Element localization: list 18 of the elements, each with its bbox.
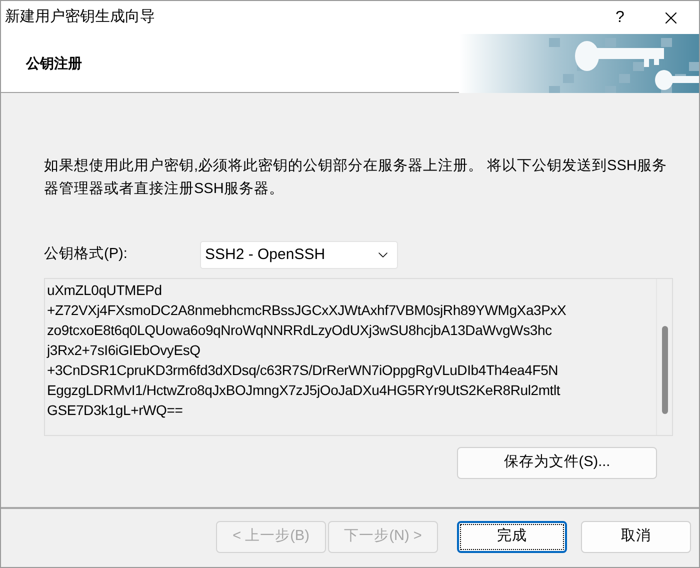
format-dropdown[interactable]: SSH2 - OpenSSH	[200, 241, 398, 269]
public-key-line: +3CnDSR1CpruKD3rm6fd3dXDsq/c63R7S/DrRerWN7iOppgRgVLuDIb4Th4ea4F5N	[47, 361, 560, 380]
public-key-line: GSE7D3k1gL+rWQ==	[47, 401, 184, 420]
wizard-button[interactable]: 取消	[581, 521, 691, 553]
public-key-line: +Z72VXj4FXsmoDC2A8nmebhcmcRBssJGCxXJWtAxhf7VBM0sjRh89YWMgXa3PxX	[47, 301, 568, 320]
scrollbar-thumb[interactable]	[662, 326, 668, 414]
public-key-line: j3Rx2+7sI6iGIEbOvyEsQ	[47, 341, 202, 360]
help-button[interactable]: ?	[597, 1, 643, 34]
public-key-field[interactable]	[44, 278, 673, 436]
description-text: 如果想使用此用户密钥,必须将此密钥的公钥部分在服务器上注册。 将以下公钥发送到SSH服务器管理器或者直接注册SSH服务器。	[44, 156, 668, 199]
public-key-line: EggzgLDRMvI1/HctwZro8qJxBOJmngX7zJ5jOoJaDXu4HG5RYr9UtS2KeR8Rul2mtlt	[47, 381, 562, 400]
save-to-file-button[interactable]: 保存为文件(S)...	[457, 447, 657, 479]
wizard-button[interactable]: 完成	[457, 521, 567, 553]
public-key-line: zo9tcxoE8t6q0LQUowa6o9qNroWqNNRRdLzyOdUXj3wSU8hcjbA13DaWvgWs3hc	[47, 321, 553, 340]
window-title: 新建用户密钥生成向导	[5, 7, 156, 28]
format-label: 公钥格式(P):	[44, 245, 128, 264]
page-heading: 公钥注册	[26, 54, 82, 72]
public-key-line: uXmZL0qUTMEPd	[47, 281, 163, 300]
